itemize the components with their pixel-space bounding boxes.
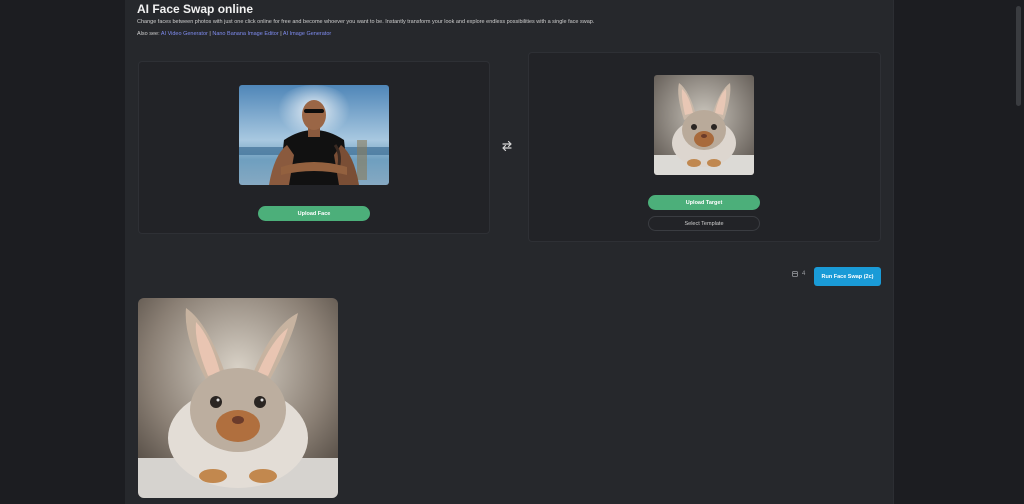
left-gutter [0, 0, 125, 504]
link-nano-banana-image-editor[interactable]: Nano Banana Image Editor [212, 31, 278, 37]
run-face-swap-button[interactable]: Run Face Swap (2c) [814, 267, 881, 286]
right-gutter [893, 0, 1024, 504]
target-upload-panel: Upload Target Select Template [528, 52, 881, 242]
face-upload-panel: Upload Face [138, 61, 490, 234]
link-ai-image-generator[interactable]: AI Image Generator [283, 31, 331, 37]
face-preview-image [239, 85, 389, 185]
page-description: Change faces between photos with just on… [137, 19, 595, 25]
upload-target-button[interactable]: Upload Target [648, 195, 760, 210]
scrollbar-thumb[interactable] [1016, 6, 1021, 106]
select-template-button[interactable]: Select Template [648, 216, 760, 231]
also-see-label: Also see: [137, 31, 160, 37]
target-preview-image [654, 75, 754, 175]
also-see-links: Also see: AI Video Generator | Nano Bana… [137, 31, 331, 37]
result-image [138, 298, 338, 498]
link-ai-video-generator[interactable]: AI Video Generator [161, 31, 208, 37]
credits-count: 4 [802, 271, 806, 277]
credit-icon [792, 271, 798, 277]
link-separator: | [209, 31, 211, 37]
swap-arrows-icon[interactable] [500, 139, 514, 153]
link-separator: | [280, 31, 282, 37]
upload-face-button[interactable]: Upload Face [258, 206, 370, 221]
credits-indicator: 4 [792, 271, 805, 277]
page-title: AI Face Swap online [137, 2, 254, 16]
